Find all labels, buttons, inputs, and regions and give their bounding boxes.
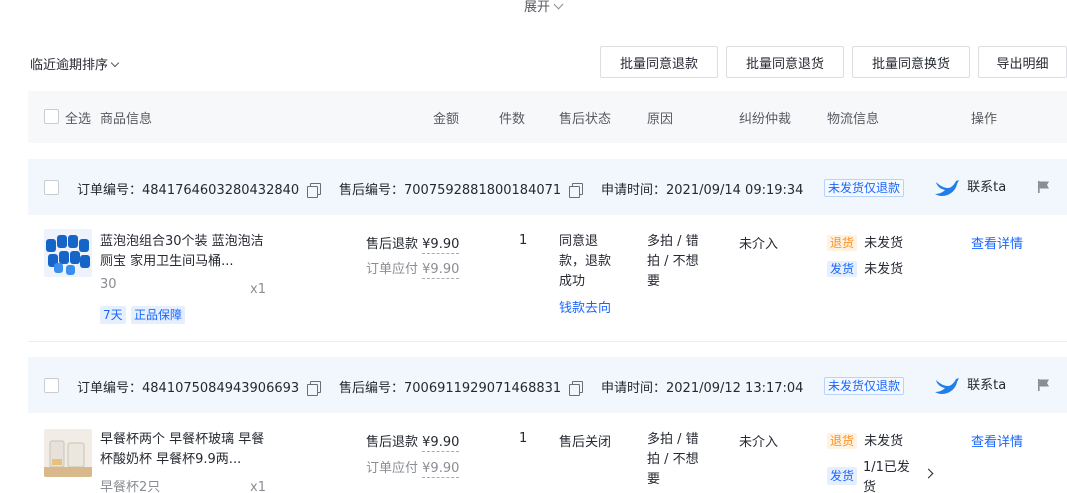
bird-icon [935,179,959,196]
order-number: 订单编号：4841075084943906693 [77,377,322,396]
product-name[interactable]: 蓝泡泡组合30个装 蓝泡泡洁厕宝 家用卫生间马桶... [100,232,270,272]
col-arbitration: 纠纷仲裁 [739,112,792,127]
batch-approve-refund-button[interactable]: 批量同意退款 [600,46,718,78]
return-status: 未发货 [864,236,904,251]
refund-amount-row: 售后退款 ¥9.90 [366,233,460,254]
copy-icon[interactable] [307,183,322,198]
badge-genuine: 正品保障 [131,306,186,324]
refund-reason: 多拍 / 错拍 / 不想要 [647,234,699,289]
product-spec: 早餐杯2只 [100,480,161,493]
refund-amount-row: 售后退款 ¥9.90 [366,431,460,452]
ship-tag: 发货 [827,467,858,485]
refund-amount: ¥9.90 [422,237,460,254]
order-number-text: 订单编号：4841764603280432840 [77,183,300,198]
copy-icon[interactable] [569,381,584,396]
bird-icon [935,377,959,394]
export-details-button[interactable]: 导出明细 [978,46,1067,78]
col-reason: 原因 [647,112,674,127]
copy-icon[interactable] [569,183,584,198]
col-aftersale-status: 售后状态 [559,112,612,127]
chevron-down-icon [553,0,564,10]
refund-label: 售后退款 [366,237,419,252]
ship-tag: 发货 [827,261,858,277]
item-count: 1 [519,233,528,248]
col-quantity: 件数 [499,112,526,127]
logistics-return: 退货 未发货 [827,430,903,449]
payable-label: 订单应付 [366,262,419,277]
payable-amount: ¥9.90 [422,262,460,279]
flag-icon[interactable] [1037,378,1051,392]
aftersale-number-text: 售后编号：7007592881800184071 [339,183,562,198]
view-details-link[interactable]: 查看详情 [971,233,1023,252]
logistics-return: 退货 未发货 [827,232,903,251]
item-count: 1 [519,431,528,446]
return-tag: 退货 [827,235,858,251]
aftersale-number: 售后编号：7006911929071468831 [339,377,584,396]
return-tag: 退货 [827,433,858,449]
apply-time: 申请时间：2021/09/12 13:17:04 [601,381,804,396]
arbitration-status: 未介入 [739,237,779,252]
batch-approve-return-button[interactable]: 批量同意退货 [726,46,844,78]
refund-label: 售后退款 [366,435,419,450]
col-actions: 操作 [971,112,998,127]
refund-amount: ¥9.90 [422,435,460,452]
copy-icon[interactable] [307,381,322,396]
product-quantity: x1 [250,282,266,297]
chevron-down-icon [110,58,120,68]
payable-amount-row: 订单应付 ¥9.90 [366,457,460,478]
refund-type-tag: 未发货仅退款 [824,377,905,395]
arbitration-status: 未介入 [739,435,779,450]
logistics-ship: 发货 未发货 [827,258,903,277]
order-checkbox[interactable] [44,180,59,195]
sort-label: 临近逾期排序 [30,58,109,73]
flag-icon[interactable] [1037,180,1051,194]
sort-dropdown[interactable]: 临近逾期排序 [30,54,120,73]
product-thumbnail[interactable] [44,229,92,277]
order-number: 订单编号：4841764603280432840 [77,179,322,198]
col-logistics: 物流信息 [827,112,880,127]
aftersale-number-text: 售后编号：7006911929071468831 [339,381,562,396]
contact-button[interactable]: 联系ta [934,373,1006,396]
expand-label: 展开 [524,0,551,15]
refund-destination-link[interactable]: 钱款去向 [559,297,611,316]
product-spec: 30 [100,277,117,292]
refund-type-tag: 未发货仅退款 [824,179,905,197]
batch-approve-exchange-button[interactable]: 批量同意换货 [852,46,970,78]
product-name[interactable]: 早餐杯两个 早餐杯玻璃 早餐杯酸奶杯 早餐杯9.9两... [100,430,270,470]
contact-label: 联系ta [967,180,1007,195]
badge-7day: 7天 [100,306,126,324]
contact-label: 联系ta [967,378,1007,393]
col-product-info: 商品信息 [100,112,153,127]
apply-time: 申请时间：2021/09/14 09:19:34 [601,183,804,198]
chevron-right-icon[interactable] [923,468,934,479]
aftersale-status: 售后关闭 [559,435,612,450]
select-all-label: 全选 [65,112,92,127]
ship-status: 未发货 [864,262,904,277]
table-header [28,91,1067,143]
col-amount: 金额 [433,112,460,127]
payable-label: 订单应付 [366,461,419,476]
payable-amount: ¥9.90 [422,461,460,478]
select-all-checkbox[interactable] [44,109,59,124]
product-quantity: x1 [250,480,266,493]
contact-button[interactable]: 联系ta [934,175,1006,198]
refund-reason: 多拍 / 错拍 / 不想要 [647,432,699,487]
ship-status: 1/1已发货 [863,460,910,493]
aftersale-status: 同意退款，退款成功 [559,234,612,289]
row-divider [28,341,1067,342]
order-checkbox[interactable] [44,378,59,393]
view-details-link[interactable]: 查看详情 [971,431,1023,450]
product-thumbnail[interactable] [44,429,92,477]
return-status: 未发货 [864,434,904,449]
payable-amount-row: 订单应付 ¥9.90 [366,258,460,279]
order-number-text: 订单编号：4841075084943906693 [77,381,300,396]
expand-toggle[interactable]: 展开 [524,0,564,15]
aftersale-number: 售后编号：7007592881800184071 [339,179,584,198]
